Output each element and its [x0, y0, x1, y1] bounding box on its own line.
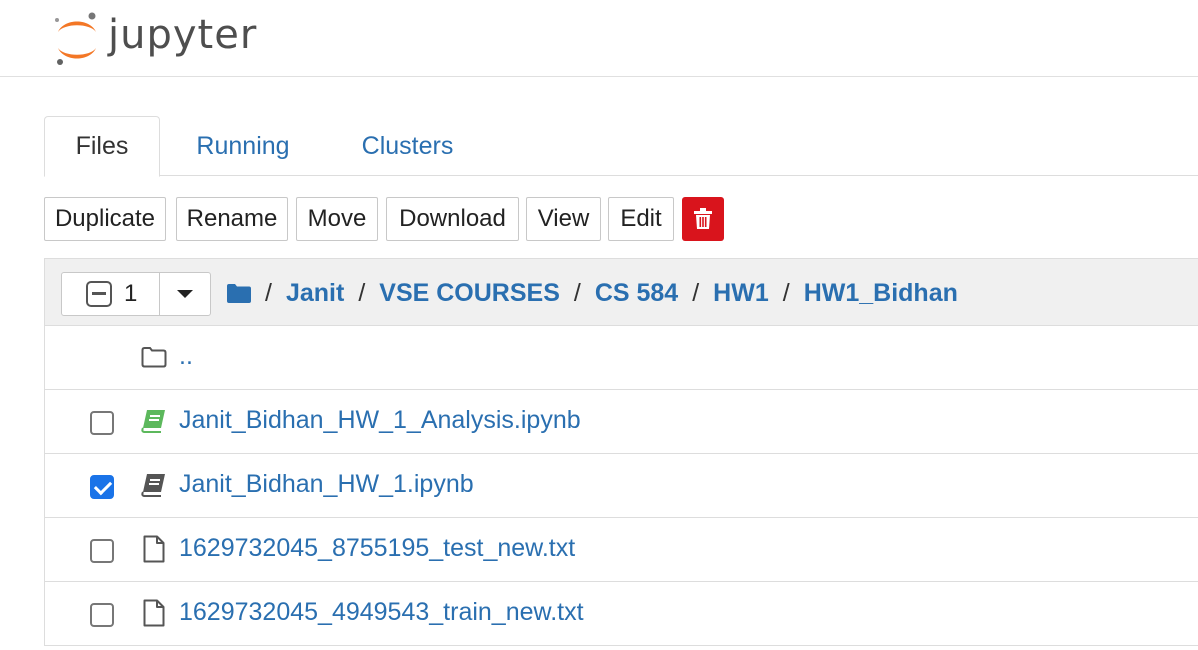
select-control: 1	[61, 272, 211, 316]
jupyter-logo-icon	[55, 12, 96, 65]
breadcrumb-item-vse-courses[interactable]: VSE COURSES	[379, 279, 560, 308]
row-checkbox[interactable]	[90, 411, 114, 435]
duplicate-button[interactable]: Duplicate	[44, 197, 166, 241]
tab-clusters[interactable]: Clusters	[350, 116, 465, 176]
file-listing: 1 / Janit / VSE COURSES / CS 584 / HW1 /…	[44, 258, 1198, 646]
tab-files[interactable]: Files	[44, 116, 160, 177]
folder-outline-icon	[140, 342, 168, 372]
rename-button[interactable]: Rename	[176, 197, 288, 241]
listing-header: 1 / Janit / VSE COURSES / CS 584 / HW1 /…	[45, 259, 1198, 326]
breadcrumb-item-janit[interactable]: Janit	[286, 279, 344, 308]
breadcrumb-item-hw1[interactable]: HW1	[713, 279, 769, 308]
file-icon	[140, 534, 168, 564]
tab-running[interactable]: Running	[188, 116, 298, 176]
jupyter-logo[interactable]: jupyter	[52, 8, 272, 68]
select-indeterminate-icon	[86, 281, 112, 307]
select-menu-button[interactable]	[160, 273, 210, 315]
row-checkbox[interactable]	[90, 603, 114, 627]
breadcrumb-separator: /	[692, 278, 700, 307]
logo-text: jupyter	[108, 12, 258, 58]
selected-count: 1	[124, 280, 138, 307]
select-all-toggle[interactable]: 1	[62, 273, 160, 315]
folder-icon	[227, 284, 251, 303]
download-button[interactable]: Download	[386, 197, 519, 241]
row-checkbox[interactable]	[90, 539, 114, 563]
view-button[interactable]: View	[526, 197, 601, 241]
breadcrumb-item-cs584[interactable]: CS 584	[595, 279, 678, 308]
breadcrumb-separator: /	[782, 278, 790, 307]
list-item[interactable]: 1629732045_4949543_train_new.txt	[45, 582, 1198, 646]
parent-dir-link[interactable]: ..	[179, 342, 193, 371]
file-link[interactable]: Janit_Bidhan_HW_1_Analysis.ipynb	[179, 406, 581, 435]
trash-icon	[694, 208, 712, 229]
move-button[interactable]: Move	[296, 197, 378, 241]
file-link[interactable]: 1629732045_4949543_train_new.txt	[179, 598, 584, 627]
header: jupyter	[0, 0, 1198, 77]
delete-button[interactable]	[682, 197, 724, 241]
list-item[interactable]: Janit_Bidhan_HW_1.ipynb	[45, 454, 1198, 518]
breadcrumb-separator: /	[358, 278, 366, 307]
file-link[interactable]: 1629732045_8755195_test_new.txt	[179, 534, 575, 563]
list-item-parent[interactable]: ..	[45, 326, 1198, 390]
breadcrumb-separator: /	[265, 278, 272, 307]
breadcrumb: / Janit / VSE COURSES / CS 584 / HW1 / H…	[227, 273, 958, 313]
notebook-running-icon	[140, 406, 168, 436]
breadcrumb-item-hw1-bidhan[interactable]: HW1_Bidhan	[804, 279, 958, 308]
edit-button[interactable]: Edit	[608, 197, 674, 241]
file-icon	[140, 598, 168, 628]
breadcrumb-separator: /	[573, 278, 581, 307]
list-item[interactable]: Janit_Bidhan_HW_1_Analysis.ipynb	[45, 390, 1198, 454]
chevron-down-icon	[177, 290, 193, 298]
notebook-icon	[140, 470, 168, 500]
row-checkbox[interactable]	[90, 475, 114, 499]
tab-bar: Files Running Clusters	[44, 116, 1198, 177]
file-link[interactable]: Janit_Bidhan_HW_1.ipynb	[179, 470, 474, 499]
list-item[interactable]: 1629732045_8755195_test_new.txt	[45, 518, 1198, 582]
folder-home-link[interactable]	[227, 283, 251, 303]
